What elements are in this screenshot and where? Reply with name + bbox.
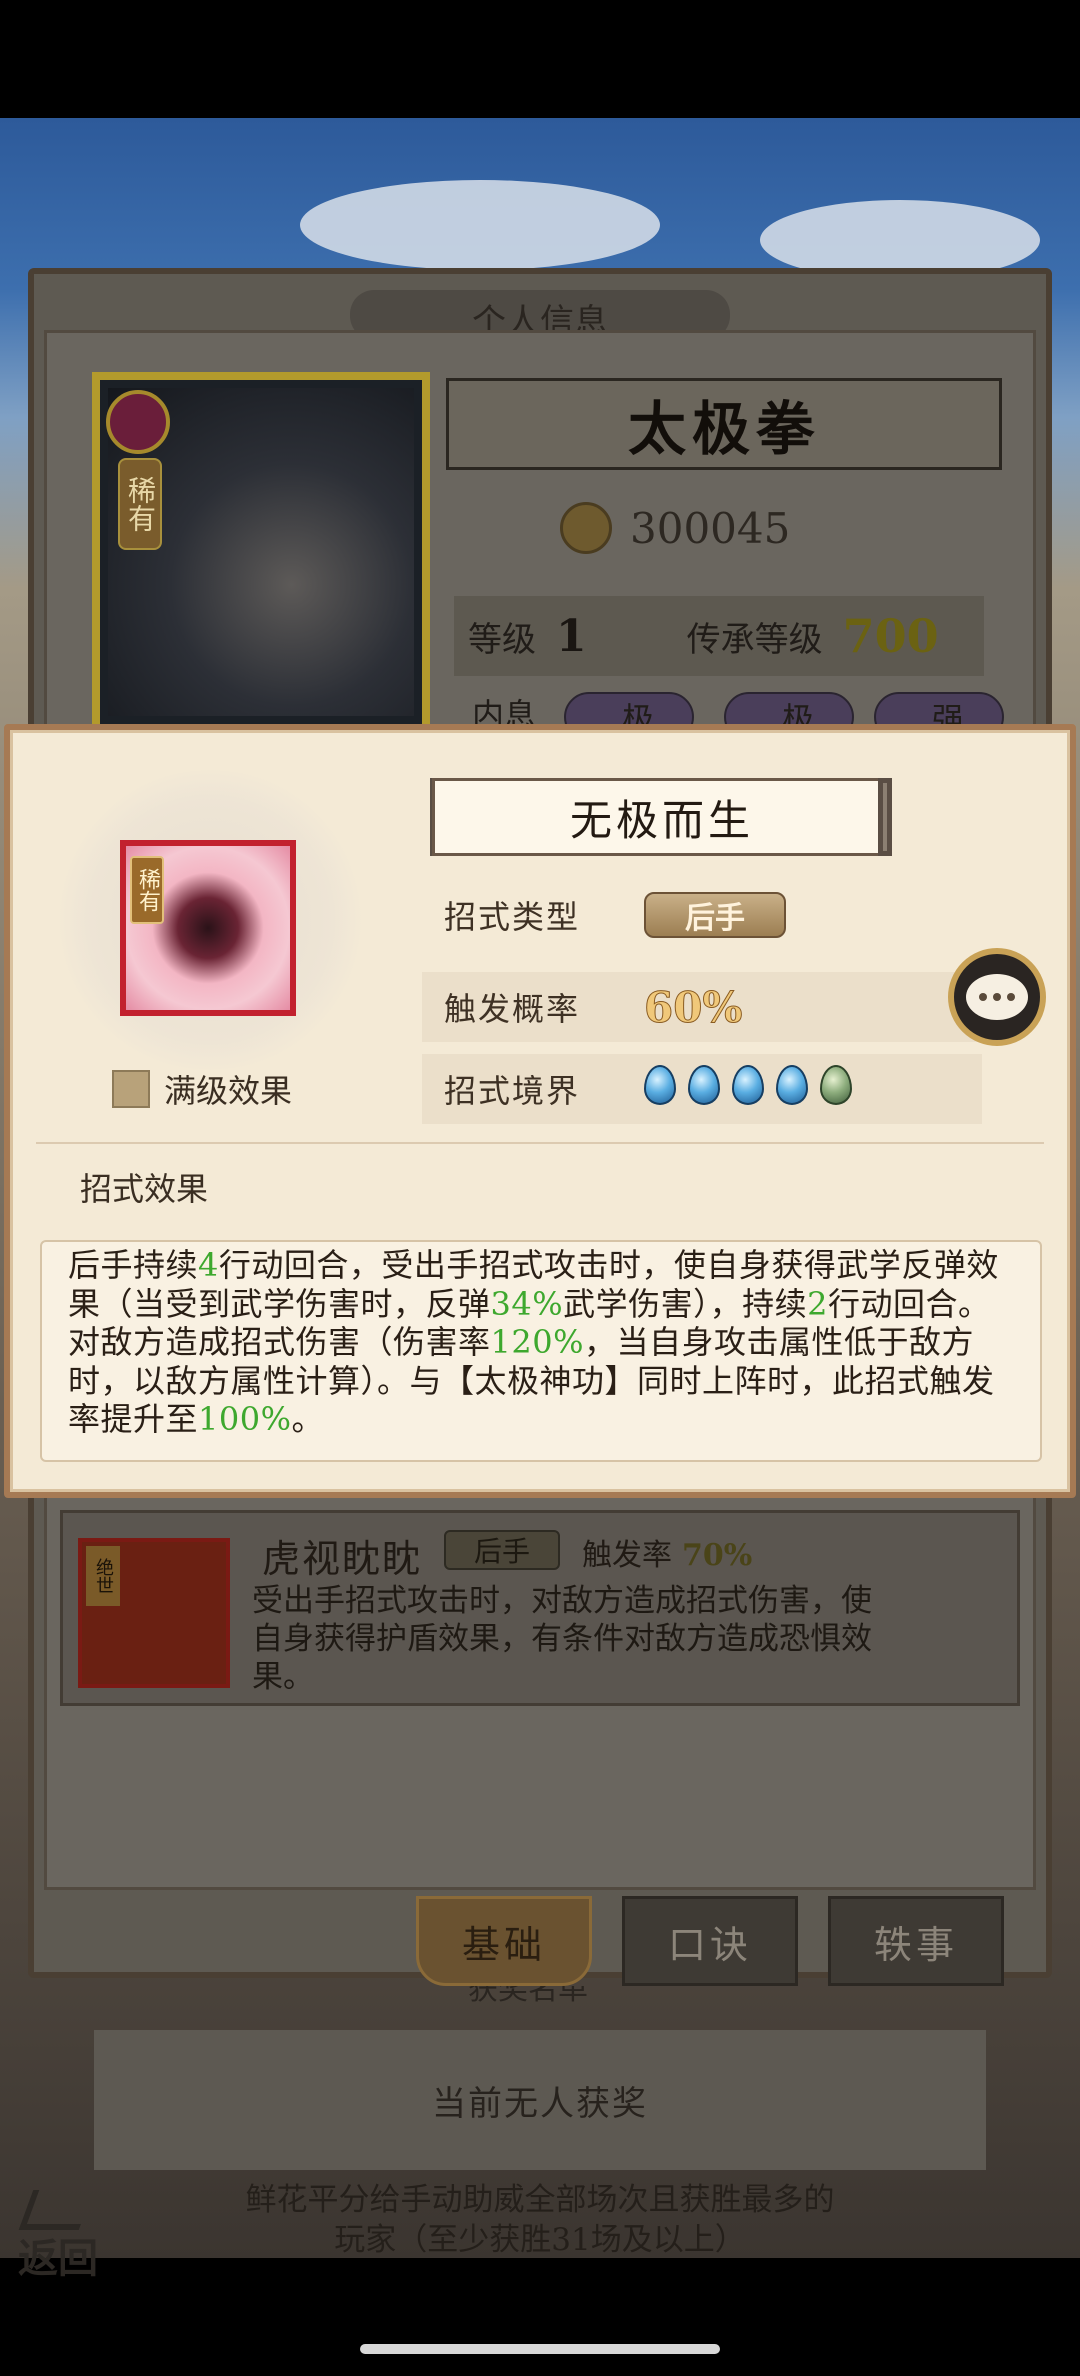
cloud-decoration — [300, 180, 660, 270]
realm-drop-icon — [644, 1065, 676, 1105]
back-arrow-icon — [18, 2190, 94, 2230]
inherit-level-label: 传承等级 — [686, 619, 823, 660]
trigger-rate-value: 60% — [643, 982, 743, 1032]
hero-rarity-tag: 稀有 — [118, 458, 162, 550]
level-value: 1 — [556, 610, 587, 662]
move-tiger-icon: 绝世 — [78, 1538, 230, 1688]
skill-name: 无极而生 — [432, 778, 892, 856]
flower-distribution-note: 鲜花平分给手动助威全部场次且获胜最多的玩家（至少获胜31场及以上） — [245, 2182, 835, 2258]
move-type-badge: 后手 — [444, 1530, 560, 1570]
realm-drop-icon — [776, 1065, 808, 1105]
title-bracket-right — [878, 778, 892, 856]
trigger-rate-label: 触发概率 — [444, 990, 581, 1028]
max-level-label: 满级效果 — [164, 1072, 293, 1110]
level-label: 等级 — [468, 619, 536, 660]
move-description: 受出手招式攻击时，对敌方造成招式伤害，使自身获得护盾效果，有条件对敌方造成恐惧效… — [252, 1583, 872, 1695]
move-rate-value: 70% — [682, 1538, 753, 1573]
skill-effect-text: 后手持续4行动回合，受出手招式攻击时，使自身获得武学反弹效果（当受到武学伤害时，… — [68, 1246, 999, 1438]
realm-drop-icon — [820, 1065, 852, 1105]
divider — [36, 1142, 1044, 1144]
skill-type-badge: 后手 — [644, 892, 786, 938]
coin-icon — [560, 502, 612, 554]
realm-drops — [644, 1065, 864, 1113]
realm-drop-icon — [688, 1065, 720, 1105]
max-level-toggle[interactable]: 满级效果 — [112, 1066, 292, 1112]
skill-type-row: 招式类型 后手 — [422, 880, 982, 950]
power-display: 300045 — [560, 490, 920, 566]
award-empty-box: 当前无人获奖 — [94, 2030, 986, 2170]
move-name: 虎视眈眈 — [262, 1537, 423, 1581]
tab-anecdote[interactable]: 轶事 — [828, 1896, 1004, 1986]
max-level-checkbox[interactable] — [112, 1070, 150, 1108]
move-rate-label: 触发率 — [582, 1538, 672, 1573]
martial-art-title: 太极拳 — [446, 378, 1002, 470]
tab-mantra[interactable]: 口诀 — [622, 1896, 798, 1986]
chat-button[interactable] — [948, 948, 1046, 1046]
skill-effect-title: 招式效果 — [80, 1170, 209, 1208]
hero-emblem-icon — [106, 390, 170, 454]
power-value: 300045 — [630, 503, 791, 553]
skill-rarity-tag: 稀有 — [130, 856, 164, 924]
trigger-rate-row: 触发概率 60% — [422, 972, 982, 1042]
tab-basic[interactable]: 基础 — [416, 1896, 592, 1986]
move-rate: 触发率 70% — [582, 1530, 752, 1574]
move-rarity-tag: 绝世 — [86, 1546, 120, 1606]
skill-type-label: 招式类型 — [444, 898, 581, 936]
back-label: 返回 — [18, 2235, 98, 2282]
award-list-title: 获奖名单 — [468, 1986, 588, 2007]
skill-realm-row: 招式境界 — [422, 1054, 982, 1124]
realm-drop-icon — [732, 1065, 764, 1105]
skill-realm-label: 招式境界 — [444, 1072, 581, 1110]
home-indicator[interactable] — [360, 2344, 720, 2354]
level-row: 等级 1 传承等级 700 — [454, 596, 984, 676]
inherit-level-value: 700 — [842, 609, 939, 663]
chat-icon — [966, 974, 1028, 1020]
back-button[interactable]: 返回 — [18, 2190, 128, 2282]
